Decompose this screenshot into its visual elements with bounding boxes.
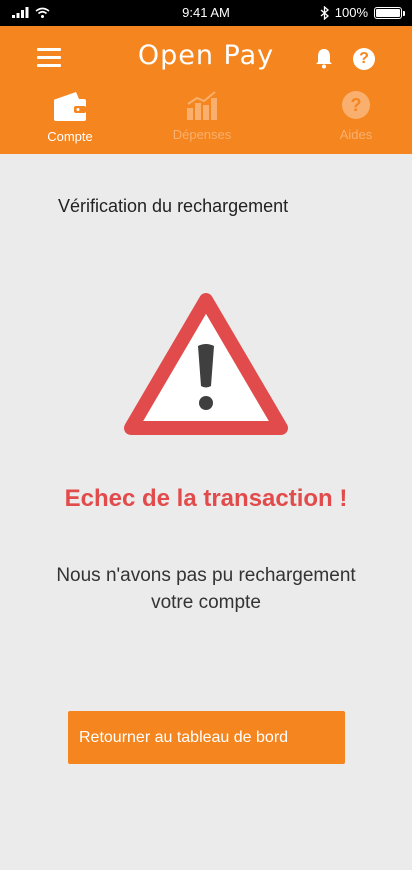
tab-compte[interactable]: Compte bbox=[20, 90, 120, 144]
bluetooth-icon bbox=[320, 5, 329, 20]
svg-text:?: ? bbox=[351, 95, 362, 115]
help-icon: ? bbox=[342, 91, 370, 119]
battery-percent: 100% bbox=[334, 5, 368, 20]
warning-icon bbox=[124, 293, 288, 435]
back-to-dashboard-button[interactable]: Retourner au tableau de bord bbox=[68, 711, 345, 764]
error-heading: Echec de la transaction ! bbox=[64, 485, 348, 512]
app-logo: Open Pay bbox=[137, 40, 275, 71]
bar-chart-icon bbox=[187, 91, 217, 120]
tab-label: Dépenses bbox=[172, 127, 232, 142]
bell-icon[interactable] bbox=[315, 48, 333, 69]
error-message: Nous n'avons pas pu rechargement votre c… bbox=[56, 565, 356, 613]
battery-icon bbox=[374, 6, 405, 19]
app-header: Open Pay ? Compte Dépenses ? Aides bbox=[0, 26, 412, 154]
tab-label: Aides bbox=[339, 127, 373, 142]
help-icon[interactable]: ? bbox=[353, 48, 375, 70]
tab-depenses[interactable]: Dépenses bbox=[152, 90, 252, 142]
status-bar: 9:41 AM 100% bbox=[0, 0, 412, 26]
tab-aides[interactable]: ? Aides bbox=[306, 90, 406, 142]
page-title: Vérification du rechargement bbox=[58, 196, 289, 216]
wallet-icon bbox=[54, 92, 86, 121]
tab-label: Compte bbox=[47, 129, 93, 144]
